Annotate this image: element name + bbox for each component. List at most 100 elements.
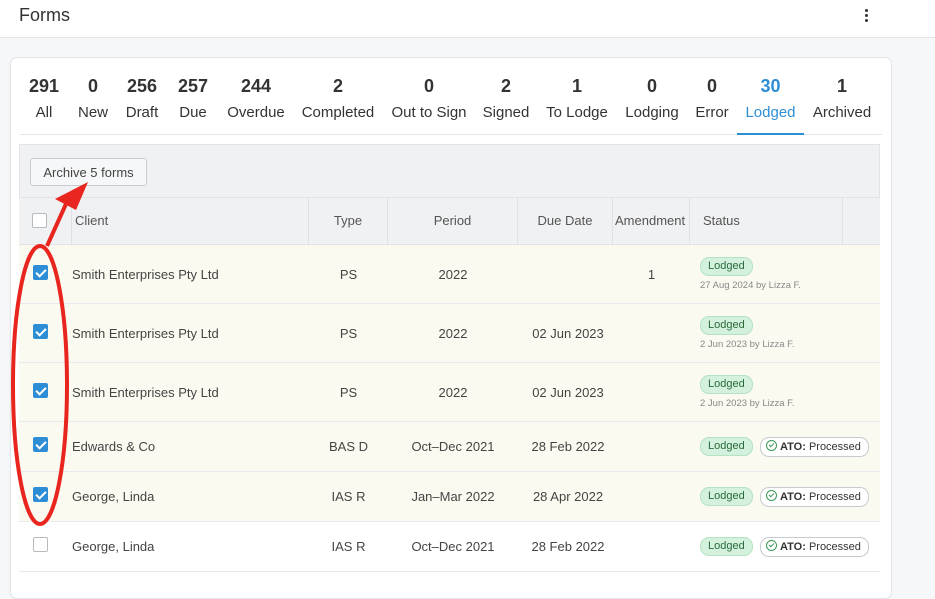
- select-all-cell: [19, 198, 72, 244]
- status-detail: 2 Jun 2023 by Lizza F.: [700, 338, 795, 350]
- tab-overdue[interactable]: 244 Overdue: [224, 72, 288, 134]
- tab-count: 244: [240, 76, 272, 96]
- form-period: 2022: [438, 266, 468, 282]
- row-checkbox[interactable]: [33, 537, 48, 552]
- archive-forms-button[interactable]: Archive 5 forms: [30, 158, 147, 186]
- table-row[interactable]: Smith Enterprises Pty Ltd PS 2022 1 Lodged 27…: [19, 245, 880, 304]
- tab-label: Error: [695, 104, 729, 121]
- tab-label: Lodged: [745, 104, 796, 121]
- client-name[interactable]: Edwards & Co: [72, 439, 155, 454]
- tab-error[interactable]: 0 Error: [690, 72, 734, 134]
- ato-value: Processed: [808, 541, 861, 553]
- ato-label: ATO:: [780, 541, 806, 553]
- due-date: 28 Feb 2022: [531, 439, 605, 454]
- row-checkbox[interactable]: [33, 382, 48, 398]
- client-name[interactable]: George, Linda: [72, 539, 154, 554]
- form-period: Jan–Mar 2022: [411, 489, 495, 504]
- page-title: Forms: [19, 5, 70, 25]
- column-header-actions: [843, 198, 880, 244]
- row-checkbox[interactable]: [33, 323, 48, 339]
- form-type: PS: [339, 266, 358, 282]
- status-badge: Lodged: [700, 437, 753, 456]
- column-header-due-date[interactable]: Due Date: [518, 198, 613, 244]
- table-row[interactable]: George, Linda IAS R Oct–Dec 2021 28 Feb 202…: [19, 522, 880, 572]
- tab-completed[interactable]: 2 Completed: [296, 72, 380, 134]
- ato-value: Processed: [808, 441, 861, 453]
- tab-count: 0: [646, 76, 657, 96]
- tab-label: To Lodge: [546, 104, 608, 121]
- row-checkbox[interactable]: [33, 487, 48, 502]
- form-type: PS: [339, 325, 358, 341]
- select-all-checkbox[interactable]: [32, 213, 47, 228]
- column-header-client[interactable]: Client: [72, 198, 309, 244]
- ato-status-badge: ATO: Processed: [760, 437, 869, 457]
- check-circle-icon: [766, 540, 777, 551]
- tab-count: 291: [28, 76, 60, 96]
- form-period: 2022: [438, 325, 468, 341]
- tab-label: All: [35, 104, 53, 121]
- tab-count: 257: [177, 76, 209, 96]
- check-circle-icon: [766, 490, 777, 501]
- tab-label: Overdue: [227, 104, 285, 121]
- row-checkbox[interactable]: [33, 437, 48, 452]
- tab-label: Lodging: [625, 104, 679, 121]
- client-name[interactable]: Smith Enterprises Pty Ltd: [72, 326, 219, 341]
- status-badge: Lodged: [700, 256, 753, 276]
- column-header-amendment[interactable]: Amendment: [613, 198, 690, 244]
- tab-count: 0: [423, 76, 434, 96]
- tab-all[interactable]: 291 All: [24, 72, 64, 134]
- column-header-status[interactable]: Status: [690, 198, 843, 244]
- table-row[interactable]: Smith Enterprises Pty Ltd PS 2022 02 Jun 20…: [19, 304, 880, 363]
- column-header-type[interactable]: Type: [309, 198, 388, 244]
- tab-lodged[interactable]: 30 Lodged: [737, 72, 804, 135]
- client-name[interactable]: Smith Enterprises Pty Ltd: [72, 385, 219, 400]
- tab-label: Out to Sign: [391, 104, 467, 121]
- tab-signed[interactable]: 2 Signed: [478, 72, 534, 134]
- tab-label: New: [77, 104, 108, 121]
- tab-count: 30: [760, 76, 781, 96]
- form-type: IAS R: [331, 539, 366, 554]
- status-detail: 2 Jun 2023 by Lizza F.: [700, 397, 795, 409]
- tab-new[interactable]: 0 New: [74, 72, 112, 134]
- ato-label: ATO:: [780, 441, 806, 453]
- tab-count: 1: [571, 76, 582, 96]
- tab-lodging[interactable]: 0 Lodging: [620, 72, 684, 134]
- due-date: 28 Apr 2022: [532, 489, 604, 504]
- tab-due[interactable]: 257 Due: [172, 72, 214, 134]
- table-row[interactable]: George, Linda IAS R Jan–Mar 2022 28 Apr 202…: [19, 472, 880, 522]
- ato-status-badge: ATO: Processed: [760, 487, 869, 507]
- tab-label: Due: [179, 104, 207, 121]
- kebab-menu-icon[interactable]: [857, 6, 875, 26]
- client-name[interactable]: Smith Enterprises Pty Ltd: [72, 267, 219, 282]
- tab-out-to-sign[interactable]: 0 Out to Sign: [388, 72, 470, 134]
- status-badge: Lodged: [700, 315, 753, 335]
- row-checkbox[interactable]: [33, 264, 48, 280]
- status-badge: Lodged: [700, 487, 753, 506]
- tab-count: 256: [126, 76, 158, 96]
- table-row[interactable]: Edwards & Co BAS D Oct–Dec 2021 28 Feb 2022…: [19, 422, 880, 472]
- form-type: BAS D: [328, 439, 368, 454]
- tab-draft[interactable]: 256 Draft: [120, 72, 164, 134]
- form-period: 2022: [438, 384, 468, 400]
- status-tabs: 291 All 0 New 256 Draft 257 Due 244 Overdue 2 Compl…: [20, 72, 882, 135]
- due-date: 02 Jun 2023: [532, 325, 604, 341]
- tab-count: 1: [836, 76, 847, 96]
- table-header: Client Type Period Due Date Amendment St…: [19, 198, 880, 245]
- tab-label: Completed: [301, 104, 375, 121]
- form-type: IAS R: [331, 489, 366, 504]
- client-name[interactable]: George, Linda: [72, 489, 154, 504]
- tab-archived[interactable]: 1 Archived: [808, 72, 876, 134]
- status-badge: Lodged: [700, 537, 753, 556]
- tab-label: Archived: [812, 104, 872, 121]
- status-detail: 27 Aug 2024 by Lizza F.: [700, 279, 801, 291]
- form-period: Oct–Dec 2021: [411, 439, 495, 454]
- table-row[interactable]: Smith Enterprises Pty Ltd PS 2022 02 Jun 20…: [19, 363, 880, 422]
- bulk-action-toolbar: Archive 5 forms: [19, 144, 880, 198]
- tab-count: 0: [706, 76, 717, 96]
- tab-count: 2: [500, 76, 511, 96]
- tab-to-lodge[interactable]: 1 To Lodge: [541, 72, 613, 134]
- column-header-period[interactable]: Period: [388, 198, 518, 244]
- tab-count: 2: [332, 76, 343, 96]
- top-bar: Forms: [0, 0, 935, 38]
- tab-label: Draft: [125, 104, 159, 121]
